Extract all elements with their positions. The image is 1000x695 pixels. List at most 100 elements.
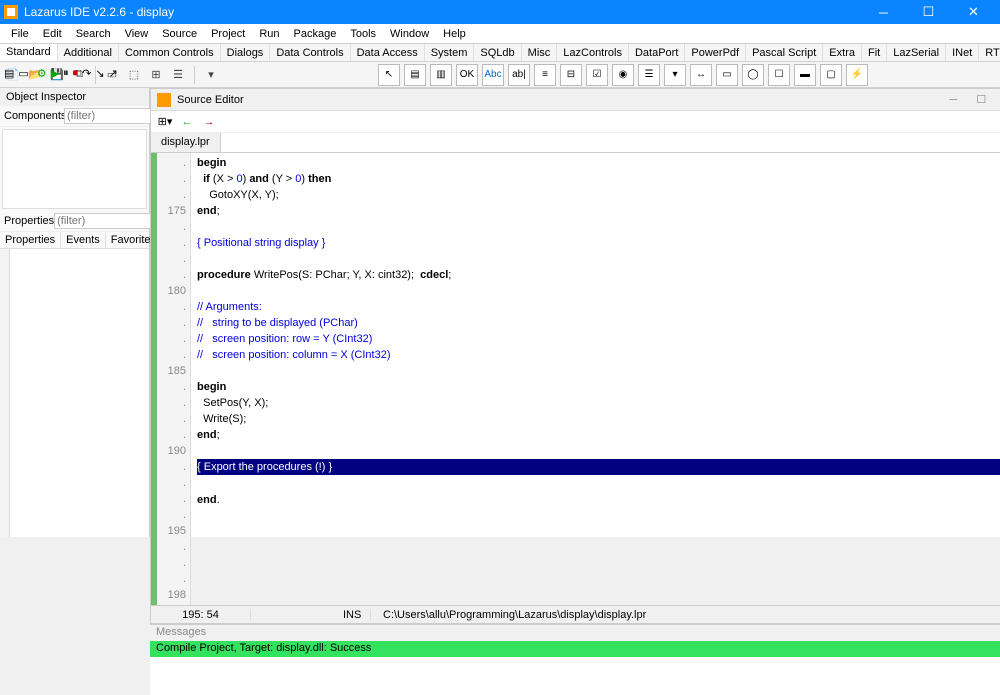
- scrollbar-component-icon[interactable]: ↔: [690, 64, 712, 86]
- main-menu: FileEditSearchViewSourceProjectRunPackag…: [0, 24, 1000, 44]
- menu-source[interactable]: Source: [155, 26, 204, 42]
- panel-component-icon[interactable]: ▬: [794, 64, 816, 86]
- component-tab-common-controls[interactable]: Common Controls: [119, 44, 221, 61]
- component-tab-data-controls[interactable]: Data Controls: [270, 44, 350, 61]
- menu-help[interactable]: Help: [436, 26, 473, 42]
- component-palette-tabs: StandardAdditionalCommon ControlsDialogs…: [0, 44, 1000, 62]
- source-minimize-button[interactable]: ─: [939, 94, 967, 106]
- popupmenu-component-icon[interactable]: ▥: [430, 64, 452, 86]
- object-inspector-header: Object Inspector: [0, 88, 149, 106]
- property-tabs: PropertiesEventsFavoritesRes: [0, 232, 149, 249]
- frame-component-icon[interactable]: ▢: [820, 64, 842, 86]
- component-tab-extra[interactable]: Extra: [823, 44, 862, 61]
- message-line-success[interactable]: Compile Project, Target: display.dll: Su…: [150, 641, 1000, 657]
- component-tab-additional[interactable]: Additional: [58, 44, 119, 61]
- step-over-icon[interactable]: ↷: [82, 67, 91, 80]
- source-editor-title: Source Editor: [177, 94, 939, 106]
- component-tab-pascal-script[interactable]: Pascal Script: [746, 44, 823, 61]
- window-maximize-button[interactable]: ☐: [906, 0, 951, 24]
- component-tab-data-access[interactable]: Data Access: [351, 44, 425, 61]
- editor-status-bar: 195: 54 INS C:\Users\allu\Programming\La…: [151, 605, 1000, 623]
- menu-run[interactable]: Run: [252, 26, 286, 42]
- menu-tools[interactable]: Tools: [343, 26, 383, 42]
- component-tab-lazserial[interactable]: LazSerial: [887, 44, 946, 61]
- toggle-form-icon[interactable]: ⬚: [125, 66, 143, 84]
- component-tree[interactable]: [2, 129, 147, 209]
- component-tab-system[interactable]: System: [425, 44, 475, 61]
- listbox-component-icon[interactable]: ☰: [638, 64, 660, 86]
- line-number-gutter: ...175....180....185....190....195...198: [157, 153, 191, 605]
- code-text[interactable]: begin if (X > 0) and (Y > 0) then GotoXY…: [191, 153, 1000, 605]
- source-editor-window: Source Editor ─ ☐ ✕ ⊞▾ ← → display.lpr .…: [150, 88, 1000, 624]
- view-forms-icon[interactable]: ▭: [18, 67, 28, 80]
- stop-icon[interactable]: ⏹: [73, 67, 79, 80]
- prop-tab-properties[interactable]: Properties: [0, 232, 61, 248]
- file-tab[interactable]: display.lpr: [151, 133, 221, 152]
- actionlist-component-icon[interactable]: ⚡: [846, 64, 868, 86]
- togglebox-component-icon[interactable]: ⊟: [560, 64, 582, 86]
- pause-icon[interactable]: ⏸: [63, 67, 69, 80]
- file-path: C:\Users\allu\Programming\Lazarus\displa…: [371, 609, 1000, 621]
- menu-window[interactable]: Window: [383, 26, 436, 42]
- button-component-icon[interactable]: OK: [456, 64, 478, 86]
- component-tab-dataport[interactable]: DataPort: [629, 44, 685, 61]
- menu-project[interactable]: Project: [204, 26, 252, 42]
- messages-body[interactable]: [150, 657, 1000, 695]
- app-icon: [4, 5, 18, 19]
- window-minimize-button[interactable]: ─: [861, 0, 906, 24]
- combobox-component-icon[interactable]: ▾: [664, 64, 686, 86]
- component-tab-rtti[interactable]: RTTI: [979, 44, 1000, 61]
- units-icon[interactable]: ⊞: [147, 66, 165, 84]
- mainmenu-component-icon[interactable]: ▤: [404, 64, 426, 86]
- menu-edit[interactable]: Edit: [36, 26, 69, 42]
- label-component-icon[interactable]: Abc: [482, 64, 504, 86]
- run-config-icon[interactable]: ⚙: [37, 67, 47, 80]
- toolbar: 📄 📂 💾 ⧉ ▭ ⬚ ⊞ ☰ ▾ ↖ ▤ ▥ OK Abc ab| ≡ ⊟ ☑…: [0, 62, 1000, 88]
- nav-forward-icon[interactable]: →: [201, 114, 217, 130]
- radiobutton-component-icon[interactable]: ◉: [612, 64, 634, 86]
- insert-mode: INS: [331, 609, 371, 621]
- checkgroup-component-icon[interactable]: ☐: [768, 64, 790, 86]
- messages-panel: Messages Compile Project, Target: displa…: [150, 624, 1000, 695]
- component-tab-standard[interactable]: Standard: [0, 44, 58, 61]
- checkbox-component-icon[interactable]: ☑: [586, 64, 608, 86]
- component-tab-fit[interactable]: Fit: [862, 44, 887, 61]
- component-tab-misc[interactable]: Misc: [522, 44, 558, 61]
- view-units-icon[interactable]: ▤: [4, 67, 14, 80]
- cursor-icon[interactable]: ↖: [378, 64, 400, 86]
- cursor-position: 195: 54: [151, 609, 251, 621]
- menu-file[interactable]: File: [4, 26, 36, 42]
- component-tab-inet[interactable]: INet: [946, 44, 979, 61]
- step-into-icon[interactable]: ↘: [95, 67, 104, 80]
- object-inspector-panel: Object Inspector Components × Properties…: [0, 88, 150, 537]
- groupbox-component-icon[interactable]: ▭: [716, 64, 738, 86]
- menu-view[interactable]: View: [118, 26, 156, 42]
- window-titlebar: Lazarus IDE v2.2.6 - display ─ ☐ ✕: [0, 0, 1000, 24]
- edit-component-icon[interactable]: ab|: [508, 64, 530, 86]
- menu-package[interactable]: Package: [287, 26, 344, 42]
- component-tab-powerpdf[interactable]: PowerPdf: [685, 44, 746, 61]
- nav-back-icon[interactable]: ←: [179, 114, 195, 130]
- source-maximize-button[interactable]: ☐: [967, 93, 995, 106]
- menu-search[interactable]: Search: [69, 26, 118, 42]
- prop-tab-events[interactable]: Events: [61, 232, 106, 248]
- component-tab-sqldb[interactable]: SQLdb: [474, 44, 521, 61]
- property-grid[interactable]: [0, 249, 149, 537]
- radiogroup-component-icon[interactable]: ◯: [742, 64, 764, 86]
- run-icon[interactable]: ▶: [51, 67, 59, 80]
- components-label: Components: [4, 110, 64, 122]
- manage-icon[interactable]: ☰: [169, 66, 187, 84]
- window-title: Lazarus IDE v2.2.6 - display: [24, 5, 861, 19]
- memo-component-icon[interactable]: ≡: [534, 64, 556, 86]
- step-out-icon[interactable]: ↗: [109, 67, 118, 80]
- component-tab-dialogs[interactable]: Dialogs: [221, 44, 271, 61]
- source-close-button[interactable]: ✕: [995, 93, 1000, 106]
- settings-dropdown-icon[interactable]: ▾: [202, 66, 220, 84]
- properties-label: Properties: [4, 215, 54, 227]
- source-editor-icon: [157, 93, 171, 107]
- component-tab-lazcontrols[interactable]: LazControls: [557, 44, 629, 61]
- expand-icon[interactable]: ⊞▾: [157, 114, 173, 130]
- code-editor[interactable]: ...175....180....185....190....195...198…: [151, 153, 1000, 605]
- window-close-button[interactable]: ✕: [951, 0, 996, 24]
- component-palette: ↖ ▤ ▥ OK Abc ab| ≡ ⊟ ☑ ◉ ☰ ▾ ↔ ▭ ◯ ☐ ▬ ▢…: [378, 64, 868, 86]
